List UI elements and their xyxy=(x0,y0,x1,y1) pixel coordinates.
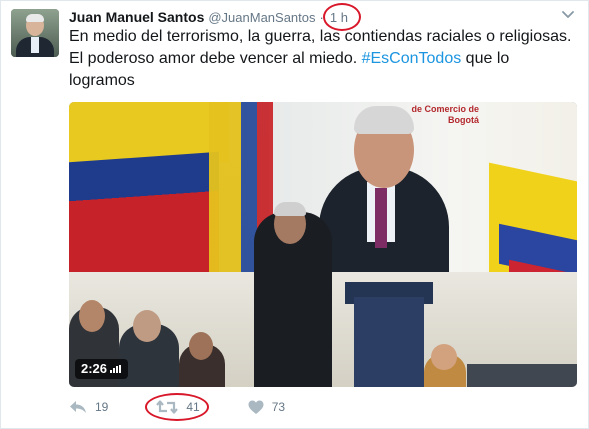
reply-count: 19 xyxy=(95,400,109,414)
video-duration: 2:26 xyxy=(81,361,108,376)
reply-icon xyxy=(70,401,86,413)
tweet-text: En medio del terrorismo, la guerra, las … xyxy=(69,26,579,92)
hashtag-link[interactable]: #EsConTodos xyxy=(362,50,462,67)
reply-button[interactable]: 19 xyxy=(69,399,108,415)
like-count: 73 xyxy=(271,400,286,414)
like-button[interactable]: 73 xyxy=(248,400,285,415)
author-avatar[interactable] xyxy=(11,9,59,57)
author-handle[interactable]: @JuanManSantos xyxy=(208,10,315,25)
video-duration-badge: 2:26 xyxy=(75,359,129,379)
video-player[interactable]: de Comercio de Bogotá 2:26 xyxy=(69,102,577,387)
chevron-down-icon[interactable] xyxy=(562,11,574,19)
volume-bars-icon xyxy=(110,365,122,373)
retweet-highlight-circle xyxy=(145,393,209,421)
tweet-header: Juan Manuel Santos @JuanManSantos · 1 h xyxy=(69,9,348,27)
podium xyxy=(354,297,424,387)
heart-icon xyxy=(248,400,264,414)
author-name[interactable]: Juan Manuel Santos xyxy=(69,9,204,25)
tweet-card[interactable]: Juan Manuel Santos @JuanManSantos · 1 h … xyxy=(0,0,589,429)
